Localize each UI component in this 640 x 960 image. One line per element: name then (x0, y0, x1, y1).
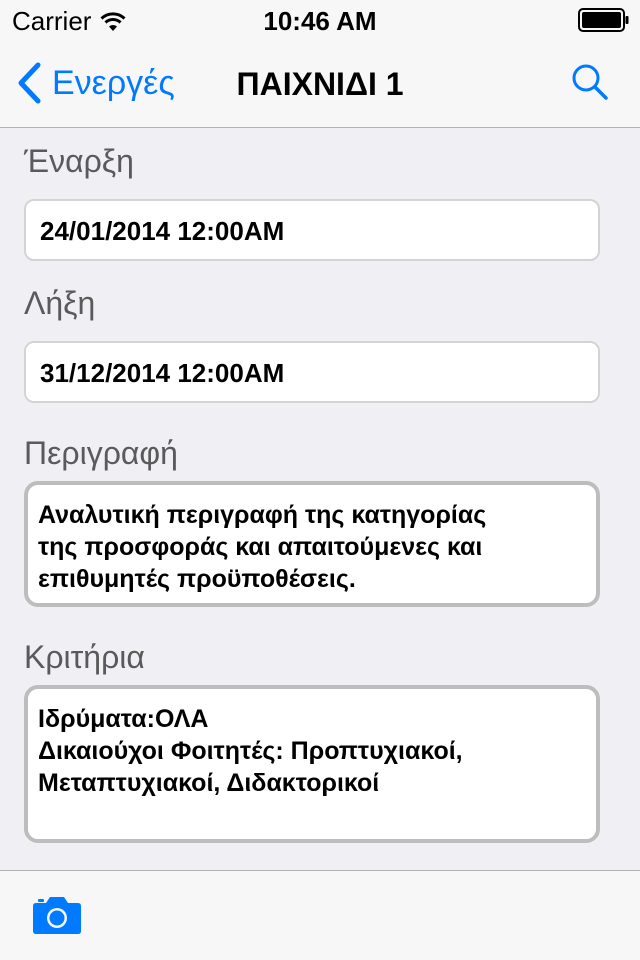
end-date-field[interactable]: 31/12/2014 12:00AM (24, 341, 600, 403)
offer-details-form: Έναρξη 24/01/2014 12:00AM Λήξη 31/12/201… (0, 129, 640, 869)
search-icon[interactable] (570, 62, 610, 102)
criteria-label: Κριτήρια (24, 639, 145, 675)
criteria-line: Μεταπτυχιακοί, Διδακτορικοί (38, 769, 380, 797)
status-bar: Carrier 10:46 AM (0, 0, 640, 40)
criteria-line: Ιδρύματα:ΟΛΑ (38, 705, 209, 733)
bottom-toolbar (0, 870, 640, 960)
description-textarea[interactable]: Αναλυτική περιγραφή της κατηγορίας της π… (24, 481, 600, 607)
criteria-textarea[interactable]: Ιδρύματα:ΟΛΑ Δικαιούχοι Φοιτητές: Προπτυ… (24, 685, 600, 843)
description-line: Αναλυτική περιγραφή της κατηγορίας (38, 501, 487, 529)
navigation-bar: Ενεργές ΠΑΙΧΝΙΔΙ 1 (0, 40, 640, 128)
start-date-field[interactable]: 24/01/2014 12:00AM (24, 199, 600, 261)
camera-icon[interactable] (32, 895, 82, 935)
description-line: επιθυμητές προϋποθέσεις. (38, 565, 356, 593)
criteria-line: Δικαιούχοι Φοιτητές: Προπτυχιακοί, (38, 737, 463, 765)
description-label: Περιγραφή (24, 435, 178, 471)
end-label: Λήξη (24, 285, 96, 321)
start-label: Έναρξη (24, 143, 134, 179)
page-title: ΠΑΙΧΝΙΔΙ 1 (236, 66, 404, 102)
battery-icon (578, 8, 629, 32)
description-line: της προσφοράς και απαιτούμενες και (38, 533, 483, 561)
status-time: 10:46 AM (263, 6, 377, 36)
